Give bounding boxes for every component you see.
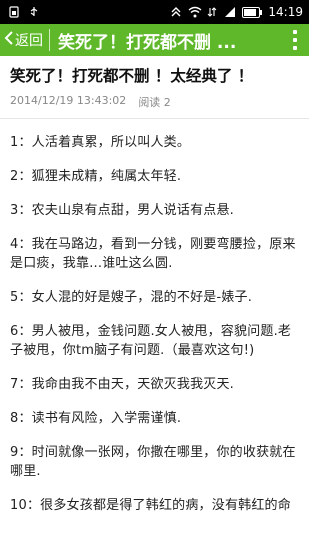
paragraph: 9：时间就像一张网，你撒在哪里，你的收获就在哪里. (10, 445, 296, 479)
article-title: 笑死了！打死都不删 ！太经典了 ！ (10, 67, 254, 85)
app-bar: 返回 笑死了！打死都不删 ... (0, 24, 309, 56)
paragraph: 8：读书有风险，入学需谨慎. (10, 411, 182, 426)
paragraph: 2：狐狸未成精，纯属太年轻. (10, 169, 182, 184)
divider (0, 118, 309, 119)
paragraph: 4：我在马路边，看到一分钱，刚要弯腰捡，原来是口痰，我靠...谁吐这么圆. (10, 237, 296, 271)
paragraph: 1：人活着真累，所以叫人类。 (10, 135, 191, 150)
overflow-menu-button[interactable] (291, 30, 299, 50)
more-vert-icon-dot (293, 46, 297, 50)
status-time: 14:19 (268, 5, 303, 19)
usb-icon (28, 6, 40, 18)
more-vert-icon-dot (293, 38, 297, 42)
back-button[interactable]: 返回 (0, 24, 43, 56)
paragraph: 5：女人混的好是嫂子，混的不好是-婊子. (10, 290, 253, 305)
paragraph: 10：很多女孩都是得了韩红的病，没有韩红的命 (10, 498, 291, 513)
signal-icon (224, 6, 236, 18)
sim-icon (8, 6, 20, 18)
battery-icon (242, 6, 263, 18)
paragraph: 3：农夫山泉有点甜，男人说话有点悬. (10, 203, 235, 218)
article-reads: 阅读 2 (138, 96, 171, 109)
wifi-icon (188, 6, 202, 18)
paragraph: 7：我命由我不由天，天欲灭我我灭天. (10, 377, 235, 392)
page-title: 笑死了！打死都不删 ... (58, 32, 237, 53)
back-label: 返回 (15, 33, 43, 49)
article-container: 笑死了！打死都不删 ！太经典了 ！ 2014/12/19 13:43:02 阅读… (0, 66, 309, 515)
article-meta: 2014/12/19 13:43:02 阅读 2 (10, 94, 299, 110)
chevron-left-icon (4, 30, 14, 50)
more-vert-icon (293, 30, 297, 34)
status-bar: 14:19 (0, 0, 309, 24)
article-date: 2014/12/19 13:43:02 (10, 94, 127, 107)
article-body: 1：人活着真累，所以叫人类。 2：狐狸未成精，纯属太年轻. 3：农夫山泉有点甜，… (10, 133, 299, 515)
appbar-divider (49, 29, 50, 51)
paragraph: 6：男人被甩，金钱问题.女人被甩，容貌问题.老子被甩，你tm脑子有问题.（最喜欢… (10, 324, 292, 358)
data-icon (206, 6, 218, 18)
sim-icon-right (170, 6, 182, 18)
